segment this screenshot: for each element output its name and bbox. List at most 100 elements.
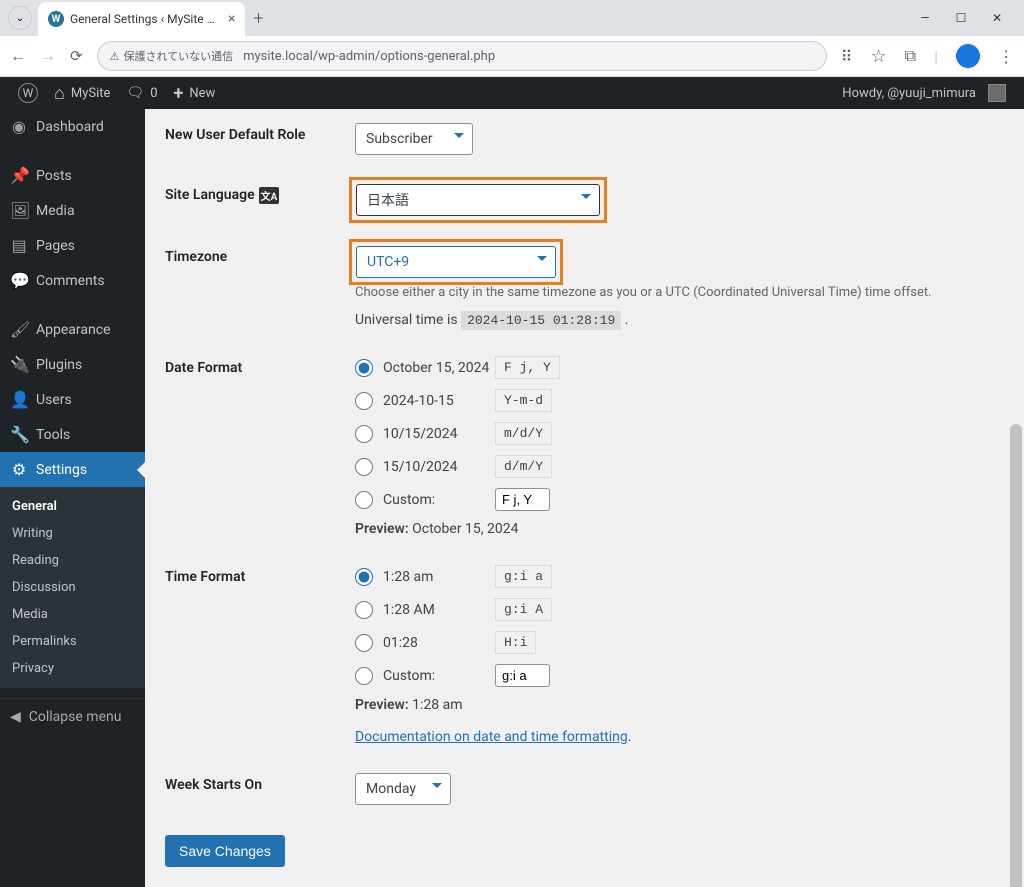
select-week-starts[interactable]: Monday: [355, 773, 451, 805]
collapse-icon: ◀: [10, 709, 21, 725]
sidebar-item-posts[interactable]: 📌Posts: [0, 158, 145, 193]
radio-time-custom[interactable]: [355, 667, 373, 685]
brush-icon: 🖌: [10, 320, 28, 339]
documentation-link[interactable]: Documentation on date and time formattin…: [355, 729, 628, 745]
plug-icon: 🔌: [10, 355, 28, 374]
submenu-discussion[interactable]: Discussion: [0, 574, 145, 601]
radio-time-0[interactable]: [355, 568, 373, 586]
save-changes-button[interactable]: Save Changes: [165, 835, 285, 867]
howdy-item[interactable]: Howdy, @yuuji_mimura: [834, 77, 1014, 109]
reload-icon[interactable]: ⟳: [70, 47, 83, 65]
comment-icon: [126, 85, 144, 101]
user-avatar-icon: [988, 84, 1006, 102]
comments-item[interactable]: 0: [118, 77, 165, 109]
collapse-menu[interactable]: ◀Collapse menu: [0, 698, 145, 735]
page-icon: ▤: [10, 236, 28, 255]
radio-date-custom[interactable]: [355, 491, 373, 509]
security-warning: ⚠ 保護されていない通信: [110, 48, 234, 64]
date-custom-input[interactable]: [495, 488, 550, 511]
translate-icon[interactable]: ⠿: [841, 47, 853, 66]
tab-dropdown-button[interactable]: ⌄: [8, 6, 32, 30]
select-timezone[interactable]: UTC+9: [356, 246, 556, 278]
window-minimize[interactable]: —: [918, 11, 932, 25]
site-name-item[interactable]: MySite: [46, 77, 118, 109]
favicon-wordpress: W: [48, 11, 64, 27]
time-display-2: 01:28: [383, 635, 495, 651]
nav-back-icon[interactable]: ←: [10, 46, 26, 66]
universal-time-value: 2024-10-15 01:28:19: [461, 311, 621, 330]
time-custom-input[interactable]: [495, 664, 550, 687]
submenu-general[interactable]: General: [0, 493, 145, 520]
date-code-0: F j, Y: [495, 356, 560, 379]
tab-title: General Settings ‹ MySite — W…: [70, 12, 220, 26]
browser-menu-icon[interactable]: ⋮: [998, 47, 1014, 66]
sidebar-item-media[interactable]: 🖼Media: [0, 193, 145, 228]
date-custom-label: Custom:: [383, 492, 495, 508]
profile-avatar-icon[interactable]: 👤: [956, 44, 980, 68]
sidebar-item-comments[interactable]: 💬Comments: [0, 263, 145, 298]
sidebar-item-pages[interactable]: ▤Pages: [0, 228, 145, 263]
home-icon: [54, 83, 65, 104]
wp-admin-bar: W MySite 0 +New Howdy, @yuuji_mimura: [0, 77, 1024, 109]
universal-time-label: Universal time is: [355, 312, 461, 328]
wordpress-logo-icon: W: [18, 83, 38, 103]
time-code-1: g:i A: [495, 598, 552, 621]
browser-tab[interactable]: W General Settings ‹ MySite — W… ×: [38, 2, 245, 36]
date-display-3: 15/10/2024: [383, 459, 495, 475]
window-controls: — ☐ ✕: [918, 11, 1016, 25]
radio-time-1[interactable]: [355, 601, 373, 619]
select-site-language[interactable]: 日本語: [356, 184, 600, 216]
submenu-writing[interactable]: Writing: [0, 520, 145, 547]
time-code-2: H:i: [495, 631, 536, 654]
new-tab-button[interactable]: +: [253, 8, 263, 29]
date-preview-value: October 15, 2024: [412, 521, 518, 537]
label-week-starts: Week Starts On: [165, 773, 355, 805]
timezone-description: Choose either a city in the same timezon…: [355, 285, 1004, 300]
scrollbar-thumb[interactable]: [1010, 424, 1022, 887]
sliders-icon: ⚙: [10, 460, 28, 479]
date-display-0: October 15, 2024: [383, 360, 495, 376]
highlight-language: 日本語: [355, 183, 601, 217]
sidebar-item-settings[interactable]: ⚙Settings: [0, 452, 145, 487]
media-icon: 🖼: [10, 201, 28, 220]
bookmark-star-icon[interactable]: ☆: [871, 46, 887, 67]
sidebar-item-plugins[interactable]: 🔌Plugins: [0, 347, 145, 382]
sidebar-item-tools[interactable]: 🔧Tools: [0, 417, 145, 452]
user-icon: 👤: [10, 390, 28, 409]
url-box[interactable]: ⚠ 保護されていない通信 mysite.local/wp-admin/optio…: [97, 41, 827, 71]
label-timezone: Timezone: [165, 245, 355, 328]
radio-date-1[interactable]: [355, 392, 373, 410]
plus-icon: +: [174, 83, 184, 104]
radio-date-0[interactable]: [355, 359, 373, 377]
select-default-role[interactable]: Subscriber: [355, 123, 473, 155]
browser-chrome: ⌄ W General Settings ‹ MySite — W… × + —…: [0, 0, 1024, 77]
submenu-privacy[interactable]: Privacy: [0, 655, 145, 682]
wp-logo-item[interactable]: W: [10, 77, 46, 109]
tab-close-icon[interactable]: ×: [228, 11, 235, 27]
window-close[interactable]: ✕: [990, 11, 1004, 25]
sidebar-item-users[interactable]: 👤Users: [0, 382, 145, 417]
time-preview-label: Preview:: [355, 697, 409, 713]
label-date-format: Date Format: [165, 356, 355, 537]
nav-forward-icon[interactable]: →: [40, 46, 56, 66]
address-bar: ← → ⟳ ⚠ 保護されていない通信 mysite.local/wp-admin…: [0, 36, 1024, 76]
radio-date-2[interactable]: [355, 425, 373, 443]
sidebar-item-appearance[interactable]: 🖌Appearance: [0, 312, 145, 347]
sidebar-item-dashboard[interactable]: ◉Dashboard: [0, 109, 145, 144]
radio-time-2[interactable]: [355, 634, 373, 652]
window-maximize[interactable]: ☐: [954, 11, 968, 25]
submenu-permalinks[interactable]: Permalinks: [0, 628, 145, 655]
settings-submenu: General Writing Reading Discussion Media…: [0, 487, 145, 688]
dashboard-icon: ◉: [10, 117, 28, 136]
admin-sidebar: ◉Dashboard 📌Posts 🖼Media ▤Pages 💬Comment…: [0, 109, 145, 887]
date-code-2: m/d/Y: [495, 422, 552, 445]
extensions-icon[interactable]: ⧉: [905, 46, 916, 66]
date-preview-label: Preview:: [355, 521, 409, 537]
radio-date-3[interactable]: [355, 458, 373, 476]
warning-icon: ⚠: [110, 50, 120, 63]
date-display-1: 2024-10-15: [383, 393, 495, 409]
submenu-media[interactable]: Media: [0, 601, 145, 628]
url-text: mysite.local/wp-admin/options-general.ph…: [243, 49, 495, 64]
submenu-reading[interactable]: Reading: [0, 547, 145, 574]
new-content-item[interactable]: +New: [166, 77, 224, 109]
